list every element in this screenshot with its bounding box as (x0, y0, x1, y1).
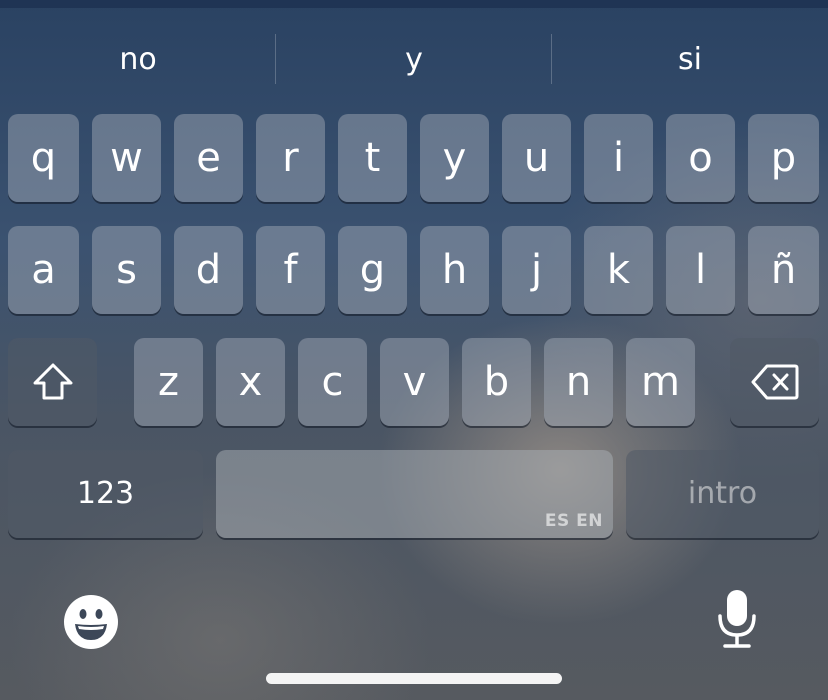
dictation-button[interactable] (715, 588, 759, 650)
emoji-icon (64, 595, 118, 649)
key-label: t (364, 135, 381, 181)
key-label: g (359, 247, 386, 293)
key-o[interactable]: o (666, 114, 735, 202)
key-f[interactable]: f (256, 226, 325, 314)
space-key[interactable]: ES EN (216, 450, 613, 538)
key-p[interactable]: p (748, 114, 819, 202)
delete-key[interactable] (730, 338, 819, 426)
delete-icon (751, 364, 798, 400)
shift-key[interactable] (8, 338, 97, 426)
key-m[interactable]: m (626, 338, 695, 426)
key-b[interactable]: b (462, 338, 531, 426)
return-key-label: intro (687, 476, 758, 511)
numbers-key[interactable]: 123 (8, 450, 203, 538)
key-label: x (238, 359, 263, 405)
key-i[interactable]: i (584, 114, 653, 202)
key-label: k (606, 247, 631, 293)
suggestion-3[interactable]: si (552, 30, 828, 88)
key-label: i (612, 135, 625, 181)
key-label: n (565, 359, 592, 405)
key-d[interactable]: d (174, 226, 243, 314)
key-label: h (441, 247, 468, 293)
key-x[interactable]: x (216, 338, 285, 426)
key-label: z (158, 359, 179, 405)
emoji-button[interactable] (63, 594, 119, 650)
key-enye[interactable]: ñ (748, 226, 819, 314)
key-label: j (530, 247, 543, 293)
numbers-key-label: 123 (76, 476, 135, 511)
key-label: b (483, 359, 510, 405)
key-k[interactable]: k (584, 226, 653, 314)
key-label: w (110, 135, 143, 181)
key-q[interactable]: q (8, 114, 79, 202)
key-y[interactable]: y (420, 114, 489, 202)
key-l[interactable]: l (666, 226, 735, 314)
key-j[interactable]: j (502, 226, 571, 314)
home-indicator[interactable] (266, 673, 562, 684)
suggestion-bar: no y si (0, 30, 828, 88)
key-z[interactable]: z (134, 338, 203, 426)
key-label: q (30, 135, 57, 181)
key-n[interactable]: n (544, 338, 613, 426)
key-r[interactable]: r (256, 114, 325, 202)
key-g[interactable]: g (338, 226, 407, 314)
key-c[interactable]: c (298, 338, 367, 426)
key-label: v (402, 359, 427, 405)
key-s[interactable]: s (92, 226, 161, 314)
key-label: e (196, 135, 221, 181)
key-label: s (116, 247, 137, 293)
suggestion-2[interactable]: y (276, 30, 552, 88)
shift-icon (33, 363, 72, 400)
key-e[interactable]: e (174, 114, 243, 202)
key-label: o (688, 135, 713, 181)
key-h[interactable]: h (420, 226, 489, 314)
language-indicator: ES EN (544, 511, 603, 531)
microphone-icon (718, 590, 756, 648)
key-label: r (282, 135, 299, 181)
key-label: ñ (770, 247, 797, 293)
suggestion-1[interactable]: no (0, 30, 276, 88)
key-label: f (283, 247, 298, 293)
key-t[interactable]: t (338, 114, 407, 202)
key-label: m (641, 359, 680, 405)
key-label: p (770, 135, 797, 181)
key-label: a (31, 247, 56, 293)
key-label: c (321, 359, 344, 405)
key-a[interactable]: a (8, 226, 79, 314)
key-w[interactable]: w (92, 114, 161, 202)
key-u[interactable]: u (502, 114, 571, 202)
return-key[interactable]: intro (626, 450, 819, 538)
key-label: l (694, 247, 707, 293)
key-label: y (442, 135, 467, 181)
key-label: d (195, 247, 222, 293)
status-strip (0, 0, 828, 8)
key-v[interactable]: v (380, 338, 449, 426)
key-label: u (523, 135, 550, 181)
